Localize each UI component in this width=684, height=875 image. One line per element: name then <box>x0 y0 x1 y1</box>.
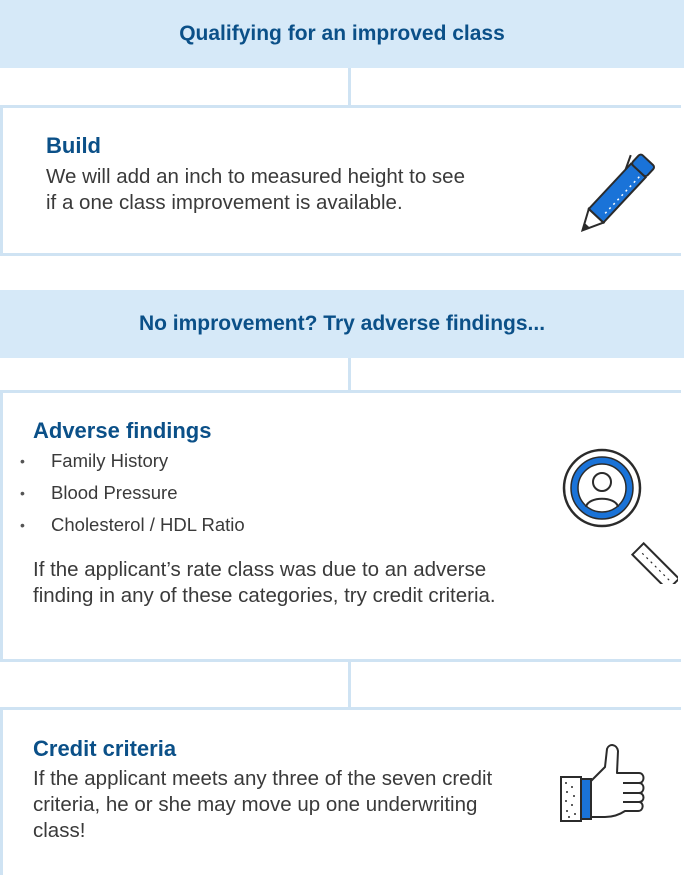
list-item: Cholesterol / HDL Ratio <box>3 509 245 541</box>
card-text-adverse: If the applicant’s rate class was due to… <box>33 558 496 607</box>
card-title-credit: Credit criteria <box>33 736 177 761</box>
card-credit-criteria: Credit criteria If the applicant meets a… <box>0 707 681 875</box>
connector <box>348 68 351 108</box>
card-title-adverse: Adverse findings <box>33 418 212 443</box>
list-item: Family History <box>3 445 245 477</box>
connector <box>348 358 351 394</box>
magnifier-person-icon <box>562 448 678 584</box>
banner-qualifying: Qualifying for an improved class <box>0 0 684 68</box>
adverse-findings-list: Family History Blood Pressure Cholestero… <box>3 445 245 541</box>
list-item: Blood Pressure <box>3 477 245 509</box>
card-adverse-findings: Adverse findings Family History Blood Pr… <box>0 390 681 662</box>
card-text-credit: If the applicant meets any three of the … <box>33 767 493 842</box>
connector <box>348 662 351 710</box>
banner-no-improvement: No improvement? Try adverse findings... <box>0 290 684 358</box>
card-build: Build We will add an inch to measured he… <box>0 105 681 256</box>
card-text-build: We will add an inch to measured height t… <box>46 165 465 214</box>
card-title-build: Build <box>46 133 101 158</box>
thumbs-up-icon <box>560 744 645 822</box>
pen-icon <box>580 153 655 233</box>
